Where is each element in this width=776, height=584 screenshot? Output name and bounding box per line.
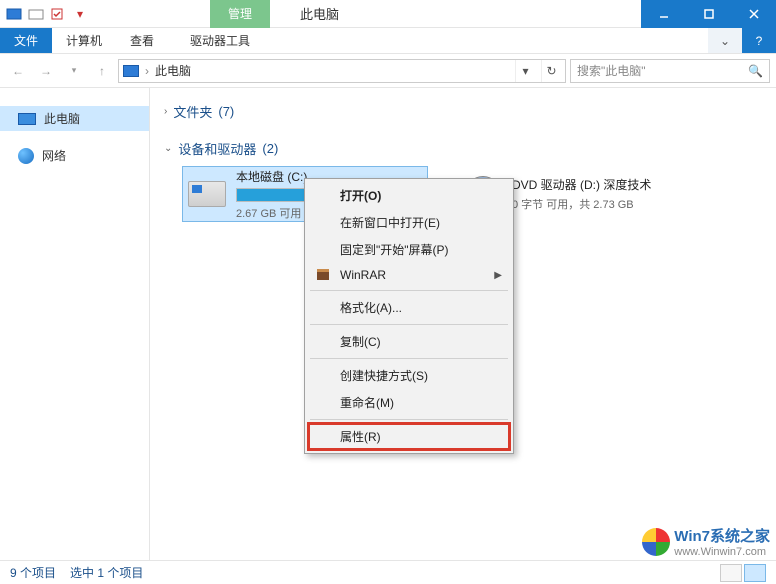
tab-file[interactable]: 文件 — [0, 28, 52, 53]
menu-pin-to-start[interactable]: 固定到"开始"屏幕(P) — [308, 236, 510, 263]
help-button[interactable]: ? — [742, 28, 776, 53]
menu-separator — [310, 324, 508, 325]
group-devices[interactable]: ⌄ 设备和驱动器 (2) — [164, 135, 762, 166]
menu-separator — [310, 290, 508, 291]
breadcrumb[interactable]: 此电脑 — [155, 62, 191, 79]
nav-forward-button[interactable]: → — [34, 59, 58, 83]
drive-free-text: 0 字节 可用，共 2.73 GB — [512, 196, 700, 212]
group-folders[interactable]: › 文件夹 (7) — [164, 98, 762, 129]
nav-recent-dropdown[interactable]: ▾ — [62, 59, 86, 83]
view-tiles-button[interactable] — [744, 564, 766, 582]
watermark-logo-icon — [642, 528, 670, 556]
watermark-title: Win7系统之家 — [674, 525, 770, 546]
sidebar-item-label: 网络 — [42, 147, 66, 164]
pc-icon — [18, 113, 36, 125]
group-count: (7) — [218, 104, 234, 119]
view-details-button[interactable] — [720, 564, 742, 582]
sidebar-item-this-pc[interactable]: 此电脑 — [0, 106, 149, 131]
menu-open[interactable]: 打开(O) — [308, 182, 510, 209]
watermark: Win7系统之家 www.Winwin7.com — [642, 525, 770, 558]
menu-open-new-window[interactable]: 在新窗口中打开(E) — [308, 209, 510, 236]
tab-drive-tools[interactable]: 驱动器工具 — [176, 28, 264, 53]
window-controls — [641, 0, 776, 28]
window-title: 此电脑 — [300, 4, 339, 23]
contextual-tab-manage[interactable]: 管理 — [210, 0, 270, 28]
nav-up-button[interactable]: ↑ — [90, 59, 114, 83]
quick-access-icons: ▾ — [0, 4, 90, 24]
network-icon — [18, 148, 34, 164]
submenu-arrow-icon: ▶ — [494, 270, 502, 281]
context-menu: 打开(O) 在新窗口中打开(E) 固定到"开始"屏幕(P) WinRAR ▶ 格… — [304, 178, 514, 454]
navigation-sidebar: 此电脑 网络 — [0, 88, 150, 560]
close-button[interactable] — [731, 0, 776, 28]
title-bar: ▾ 管理 此电脑 — [0, 0, 776, 28]
chevron-down-icon: ⌄ — [164, 143, 172, 154]
address-bar: ← → ▾ ↑ › 此电脑 ▾ ↻ 搜索"此电脑" 🔍 — [0, 54, 776, 88]
menu-properties[interactable]: 属性(R) — [308, 423, 510, 450]
refresh-button[interactable]: ↻ — [541, 60, 561, 82]
address-dropdown-icon[interactable]: ▾ — [515, 60, 535, 82]
watermark-url: www.Winwin7.com — [674, 546, 770, 558]
chevron-right-icon: › — [164, 106, 167, 117]
menu-separator — [310, 419, 508, 420]
menu-separator — [310, 358, 508, 359]
group-count: (2) — [262, 141, 278, 156]
status-selected-count: 选中 1 个项目 — [70, 564, 143, 581]
menu-copy[interactable]: 复制(C) — [308, 328, 510, 355]
address-box[interactable]: › 此电脑 ▾ ↻ — [118, 59, 566, 83]
explorer-icon — [4, 4, 24, 24]
search-placeholder: 搜索"此电脑" — [577, 62, 646, 79]
tab-computer[interactable]: 计算机 — [52, 28, 116, 53]
search-input[interactable]: 搜索"此电脑" 🔍 — [570, 59, 770, 83]
pc-icon — [123, 65, 139, 77]
tab-view[interactable]: 查看 — [116, 28, 168, 53]
menu-rename[interactable]: 重命名(M) — [308, 389, 510, 416]
minimize-button[interactable] — [641, 0, 686, 28]
maximize-button[interactable] — [686, 0, 731, 28]
winrar-icon — [314, 266, 332, 284]
nav-back-button[interactable]: ← — [6, 59, 30, 83]
ribbon-expand-button[interactable]: ⌄ — [708, 28, 742, 53]
sidebar-item-label: 此电脑 — [44, 110, 80, 127]
search-icon[interactable]: 🔍 — [748, 64, 763, 78]
breadcrumb-sep-icon: › — [145, 64, 149, 78]
folder-icon — [26, 4, 46, 24]
menu-format[interactable]: 格式化(A)... — [308, 294, 510, 321]
menu-winrar[interactable]: WinRAR ▶ — [308, 263, 510, 287]
checkbox-icon — [48, 4, 68, 24]
ribbon-tabs: 文件 计算机 查看 驱动器工具 ⌄ ? — [0, 28, 776, 54]
status-item-count: 9 个项目 — [10, 564, 56, 581]
status-bar: 9 个项目 选中 1 个项目 — [0, 560, 776, 584]
hdd-icon — [186, 173, 228, 215]
group-label: 设备和驱动器 — [178, 139, 256, 158]
group-label: 文件夹 — [173, 102, 212, 121]
sidebar-item-network[interactable]: 网络 — [0, 143, 149, 168]
drive-name: DVD 驱动器 (D:) 深度技术 — [512, 176, 700, 193]
view-mode-buttons — [720, 564, 766, 582]
qat-dropdown-icon[interactable]: ▾ — [70, 4, 90, 24]
menu-create-shortcut[interactable]: 创建快捷方式(S) — [308, 362, 510, 389]
